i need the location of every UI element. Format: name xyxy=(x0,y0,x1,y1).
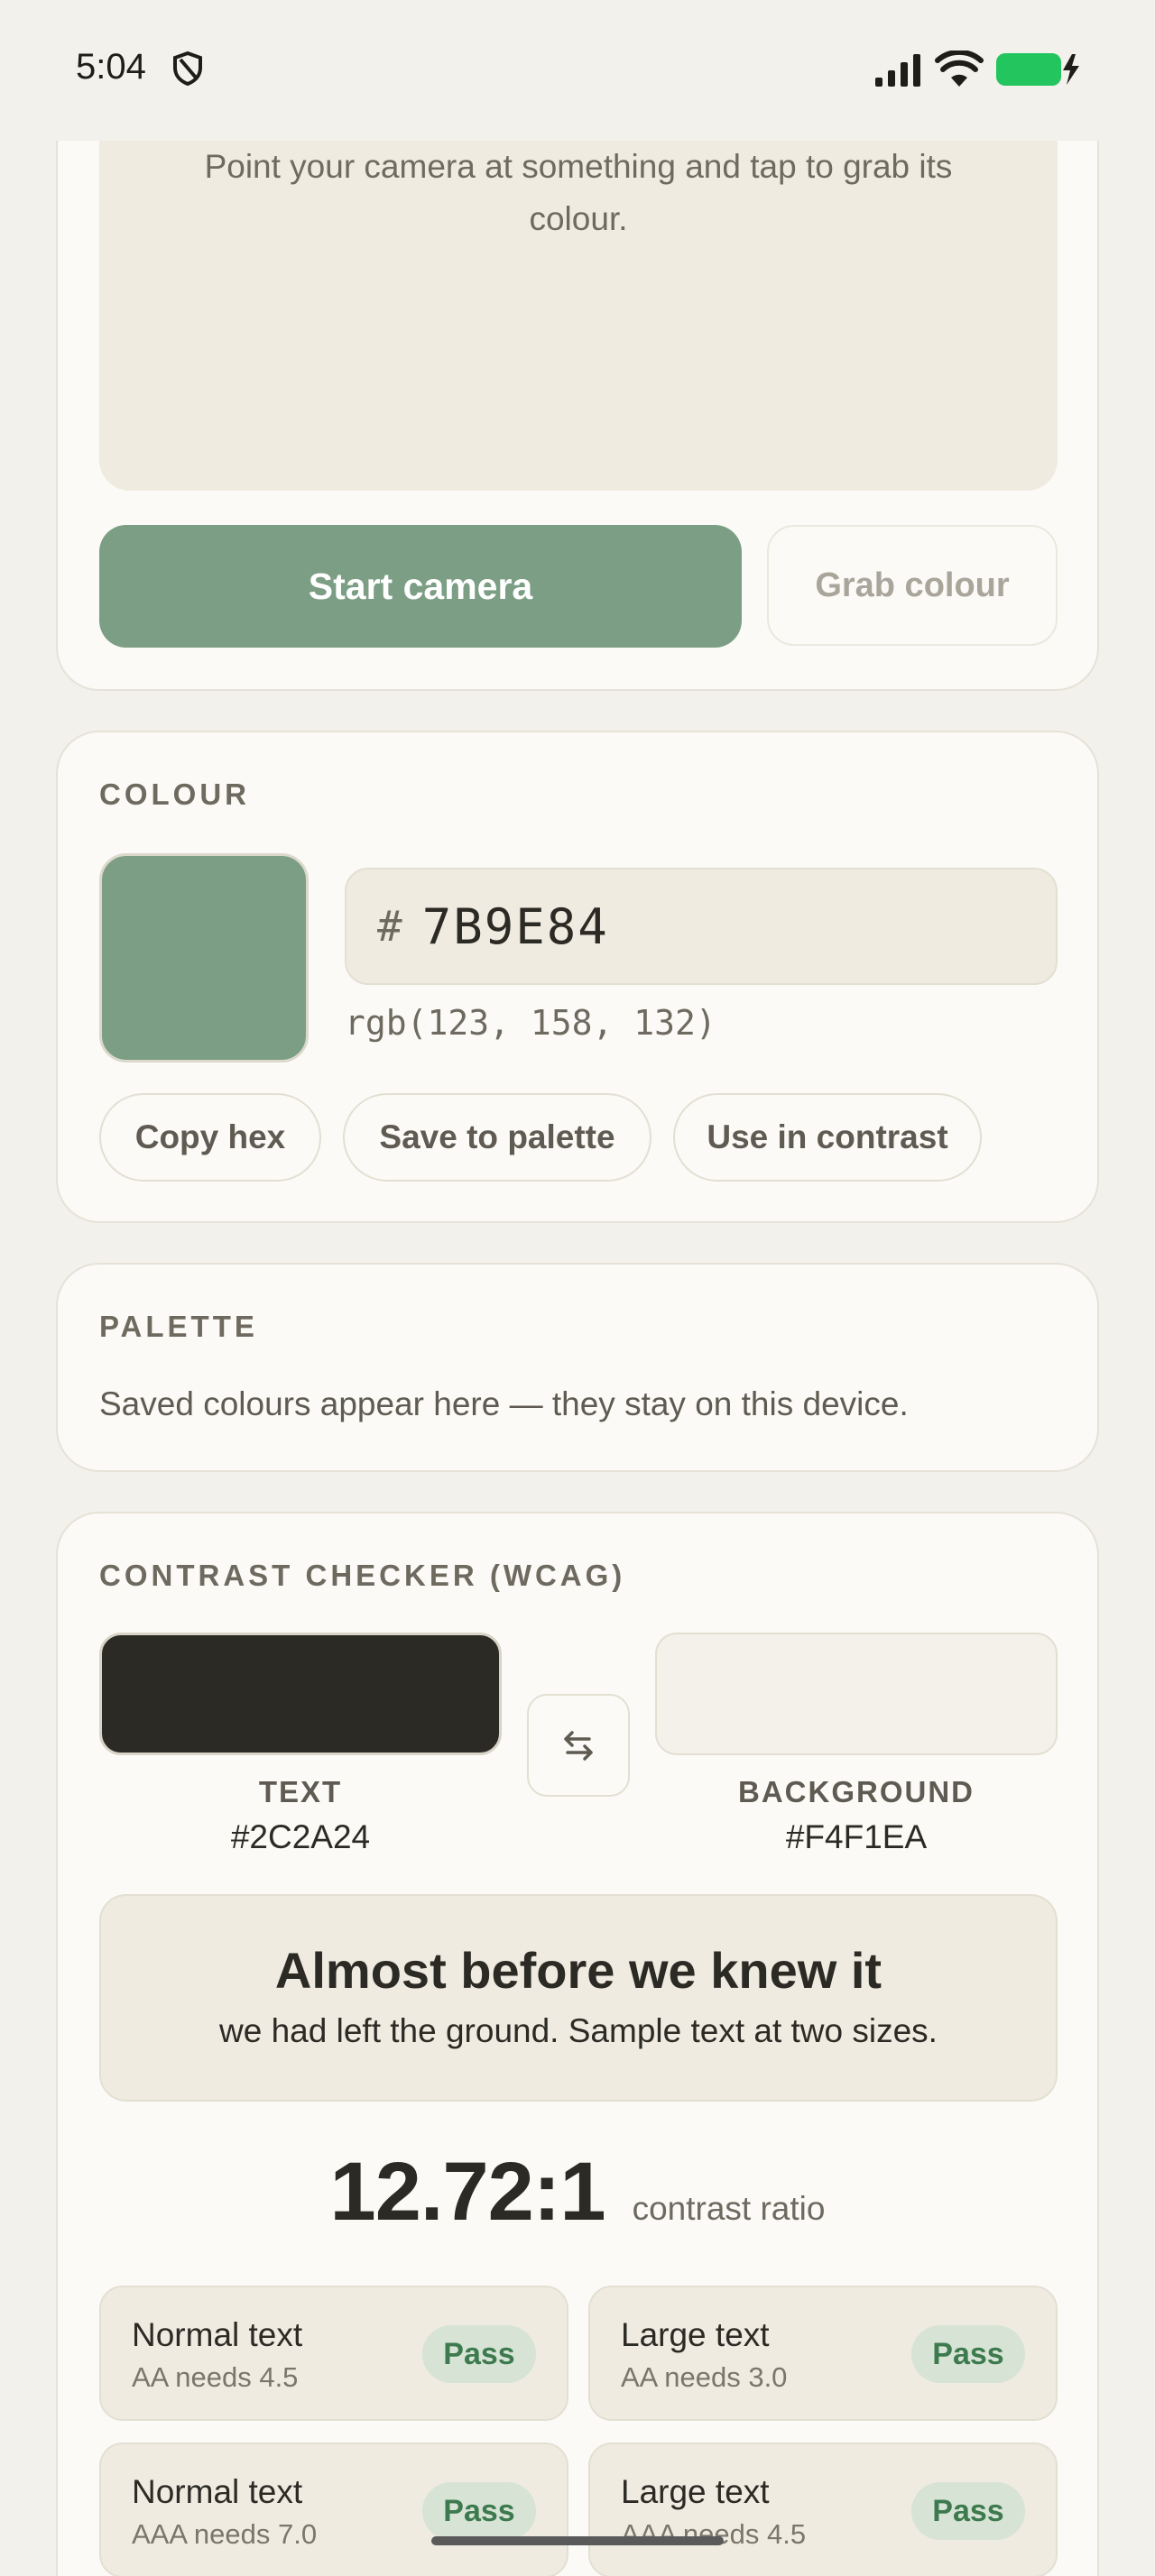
status-bar: 5:04 xyxy=(0,0,1155,141)
result-normal-aa: Normal text AA needs 4.5 Pass xyxy=(99,2286,568,2421)
camera-hint: Point your camera at something and tap t… xyxy=(204,148,953,237)
hash-prefix: # xyxy=(377,902,402,951)
contrast-card: CONTRAST CHECKER (WCAG) TEXT #2C2A24 BAC… xyxy=(56,1512,1099,2576)
colour-swatch xyxy=(99,853,309,1063)
swap-icon xyxy=(564,1731,593,1761)
text-colour-label: TEXT xyxy=(258,1775,343,1808)
camera-viewfinder[interactable]: Point your camera at something and tap t… xyxy=(99,117,1058,491)
contrast-ratio: 12.72:1 contrast ratio xyxy=(58,2145,1097,2240)
pass-badge: Pass xyxy=(911,2482,1025,2540)
result-large-aaa: Large text AAA needs 4.5 Pass xyxy=(588,2443,1058,2576)
signal-icon xyxy=(875,54,920,87)
home-indicator[interactable] xyxy=(431,2536,724,2545)
use-in-contrast-button[interactable]: Use in contrast xyxy=(673,1093,982,1182)
result-title: Large text xyxy=(621,2316,770,2353)
background-colour-swatch[interactable] xyxy=(655,1633,1058,1755)
pass-badge: Pass xyxy=(422,2325,536,2383)
contrast-ratio-caption: contrast ratio xyxy=(632,2190,826,2227)
result-normal-aaa: Normal text AAA needs 7.0 Pass xyxy=(99,2443,568,2576)
text-colour-swatch[interactable] xyxy=(99,1633,502,1755)
battery-charging-icon xyxy=(996,53,1079,86)
shield-icon xyxy=(173,51,202,87)
result-threshold: AAA needs 7.0 xyxy=(132,2518,318,2550)
status-time: 5:04 xyxy=(76,47,146,87)
wifi-icon xyxy=(935,51,984,87)
save-to-palette-button[interactable]: Save to palette xyxy=(343,1093,651,1182)
palette-card: PALETTE Saved colours appear here — they… xyxy=(56,1263,1099,1472)
hex-value: 7B9E84 xyxy=(421,897,609,955)
start-camera-button[interactable]: Start camera xyxy=(99,525,742,648)
copy-hex-button[interactable]: Copy hex xyxy=(99,1093,321,1182)
pass-badge: Pass xyxy=(911,2325,1025,2383)
contrast-ratio-value: 12.72:1 xyxy=(329,2146,606,2238)
palette-section-label: PALETTE xyxy=(99,1310,258,1343)
text-colour-hex: #2C2A24 xyxy=(230,1818,371,1855)
result-title: Normal text xyxy=(132,2316,303,2353)
grab-colour-button[interactable]: Grab colour xyxy=(767,525,1058,646)
result-threshold: AAA needs 4.5 xyxy=(621,2518,807,2550)
sample-text-preview: Almost before we knew it we had left the… xyxy=(99,1894,1058,2102)
result-threshold: AA needs 3.0 xyxy=(621,2361,788,2393)
result-threshold: AA needs 4.5 xyxy=(132,2361,299,2393)
sample-large-text: Almost before we knew it xyxy=(274,1942,882,1999)
rgb-value: rgb(123, 158, 132) xyxy=(345,1003,716,1043)
result-title: Large text xyxy=(621,2473,770,2510)
result-large-aa: Large text AA needs 3.0 Pass xyxy=(588,2286,1058,2421)
palette-empty-message: Saved colours appear here — they stay on… xyxy=(99,1385,909,1422)
background-colour-hex: #F4F1EA xyxy=(785,1818,928,1855)
pass-badge: Pass xyxy=(422,2482,536,2540)
result-title: Normal text xyxy=(132,2473,303,2510)
contrast-section-label: CONTRAST CHECKER (WCAG) xyxy=(99,1559,626,1592)
swap-colours-button[interactable] xyxy=(527,1694,630,1797)
colour-card: COLOUR # 7B9E84 rgb(123, 158, 132) Copy … xyxy=(56,731,1099,1223)
sample-small-text: we had left the ground. Sample text at t… xyxy=(219,2012,938,2049)
background-colour-label: BACKGROUND xyxy=(738,1775,975,1808)
hex-input[interactable]: # 7B9E84 xyxy=(345,868,1058,985)
camera-card: Point your camera at something and tap t… xyxy=(56,117,1099,691)
colour-section-label: COLOUR xyxy=(99,777,250,811)
